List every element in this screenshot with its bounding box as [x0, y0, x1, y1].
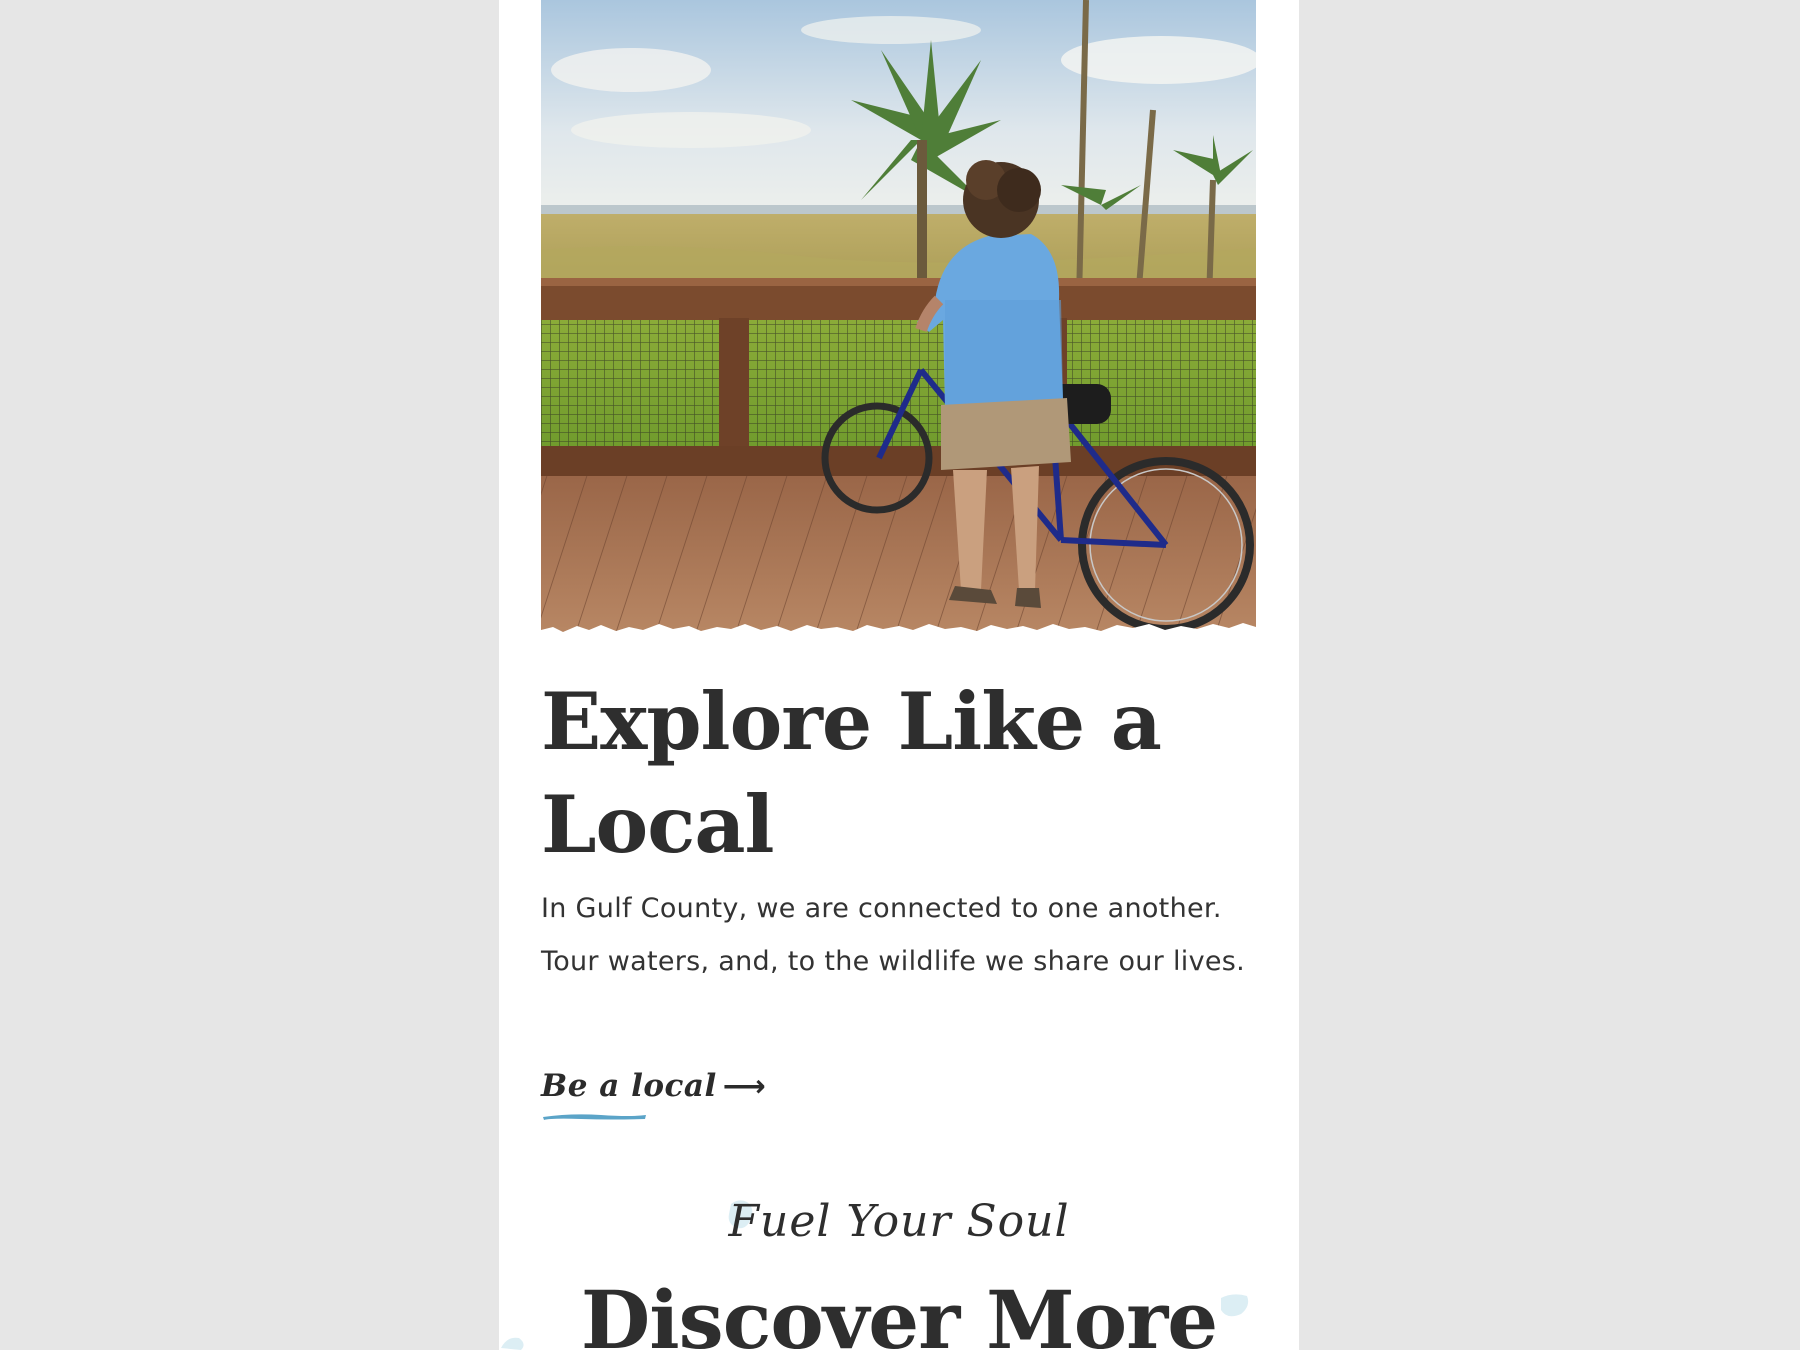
content-card: Explore Like a Local In Gulf County, we … — [499, 0, 1299, 1350]
arrow-right-icon: ⟶ — [722, 1069, 766, 1104]
headline-line-2: Local — [541, 778, 775, 871]
cta-label: Be a local — [541, 1068, 717, 1104]
hero-image — [541, 0, 1256, 640]
section-title: Discover More — [580, 1273, 1218, 1350]
be-a-local-link[interactable]: Be a local ⟶ — [541, 1068, 766, 1120]
feature-description: In Gulf County, we are connected to one … — [541, 893, 1246, 977]
cta-underline — [543, 1114, 646, 1120]
section-eyebrow: Fuel Your Soul — [728, 1196, 1070, 1247]
headline-line-1: Explore Like a — [541, 675, 1162, 768]
feature-headline: Explore Like a Local — [541, 670, 1261, 876]
torn-paper-edge — [541, 623, 1256, 650]
